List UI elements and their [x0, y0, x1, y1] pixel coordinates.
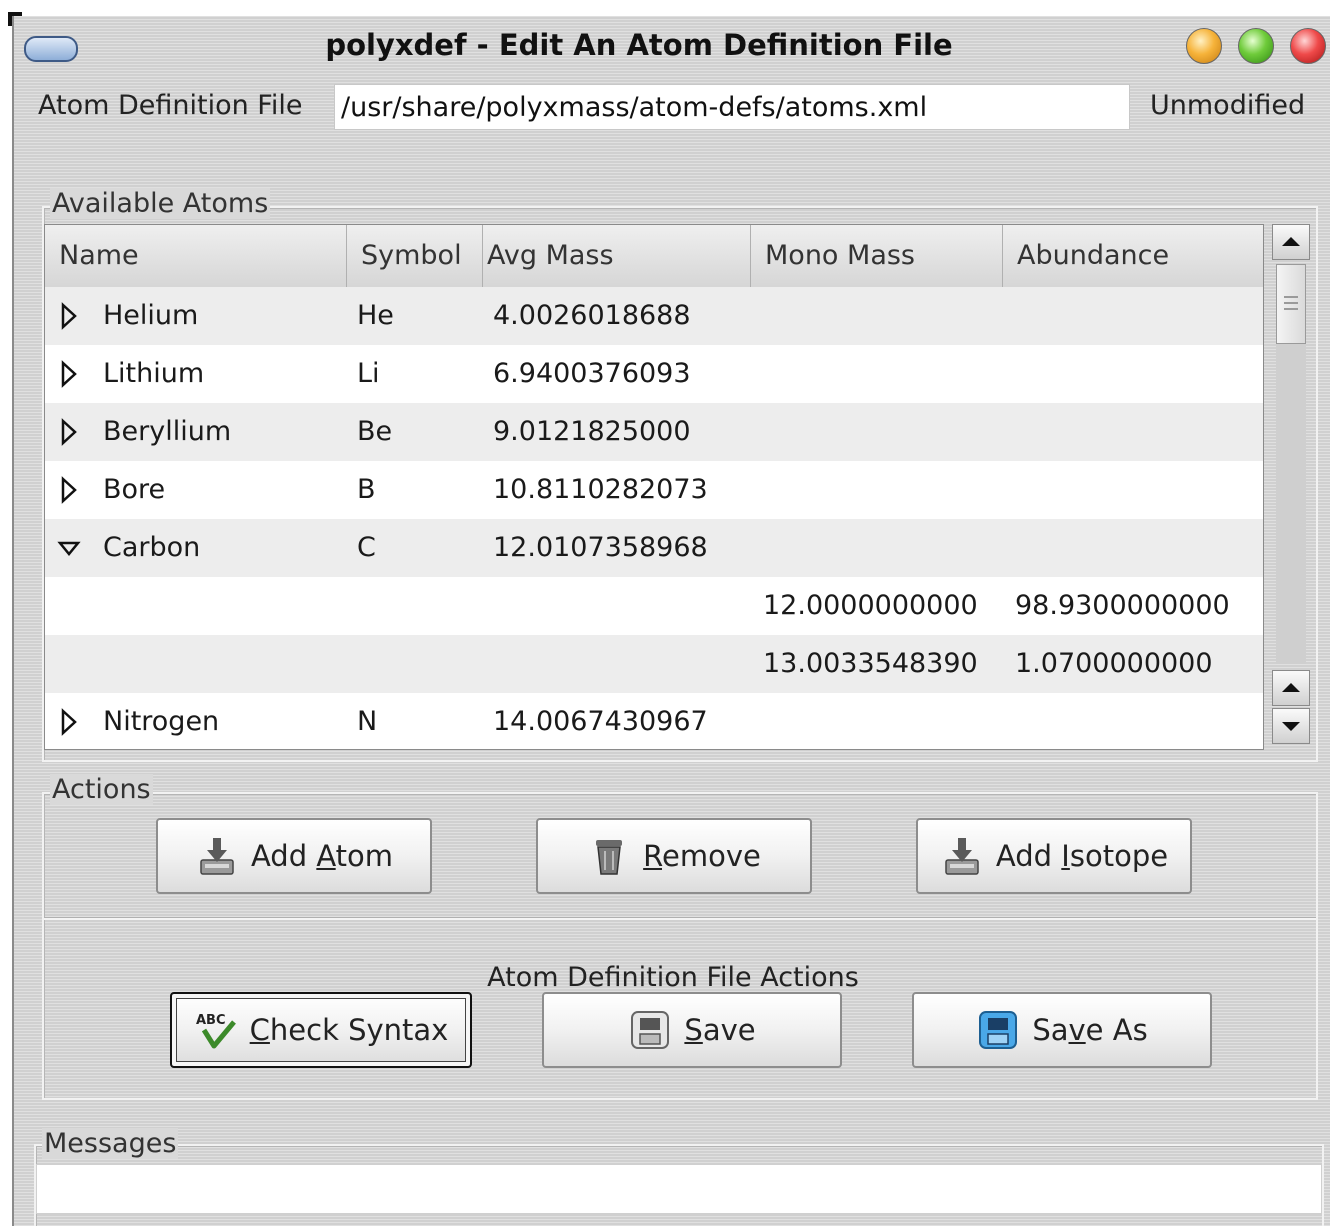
save-as-button[interactable]: Save As	[912, 992, 1212, 1068]
tray-download-icon	[200, 838, 234, 875]
minimize-icon[interactable]	[1186, 28, 1222, 64]
cell-mono-mass: 13.0033548390	[763, 648, 978, 679]
expander-collapsed-icon[interactable]	[57, 708, 81, 736]
expander-collapsed-icon[interactable]	[57, 476, 81, 504]
cell-mono-mass: 12.0000000000	[763, 590, 978, 621]
title-bar[interactable]: polyxdef - Edit An Atom Definition File	[14, 16, 1330, 74]
cell-abundance: 1.0700000000	[1015, 648, 1213, 679]
add-isotope-button[interactable]: Add Isotope	[916, 818, 1192, 894]
floppy-disk-icon	[631, 1011, 670, 1049]
table-row[interactable]: Carbon C 12.0107358968	[45, 519, 1263, 577]
available-atoms-title: Available Atoms	[50, 188, 271, 219]
column-header-abundance[interactable]: Abundance	[1003, 225, 1263, 287]
cell-avg-mass: 12.0107358968	[493, 532, 708, 563]
actions-separator	[44, 918, 1316, 920]
cell-name: Carbon	[103, 532, 201, 563]
table-row[interactable]: 12.0000000000 98.9300000000	[45, 577, 1263, 635]
table-row[interactable]: Lithium Li 6.9400376093	[45, 345, 1263, 403]
save-as-label: Save As	[1032, 1013, 1148, 1047]
trash-can-icon	[596, 840, 623, 875]
check-syntax-label: Check Syntax	[249, 1013, 449, 1047]
column-header-mono-mass[interactable]: Mono Mass	[751, 225, 1003, 287]
file-path-input[interactable]	[334, 84, 1130, 130]
window-title: polyxdef - Edit An Atom Definition File	[325, 28, 953, 62]
svg-text:ABC: ABC	[196, 1013, 226, 1028]
table-header: Name Symbol Avg Mass Mono Mass Abundance	[45, 225, 1263, 288]
floppy-disk-blue-icon	[979, 1011, 1018, 1049]
maximize-icon[interactable]	[1238, 28, 1274, 64]
cell-name: Bore	[103, 474, 166, 505]
column-header-avg-mass[interactable]: Avg Mass	[483, 225, 751, 287]
tray-download-icon	[945, 838, 979, 875]
atoms-table[interactable]: Name Symbol Avg Mass Mono Mass Abundance…	[44, 224, 1264, 750]
actions-title: Actions	[50, 774, 153, 805]
cell-symbol: He	[357, 300, 394, 331]
cell-avg-mass: 4.0026018688	[493, 300, 691, 331]
add-isotope-label: Add Isotope	[995, 839, 1169, 873]
column-header-symbol[interactable]: Symbol	[347, 225, 483, 287]
table-row[interactable]: Bore B 10.8110282073	[45, 461, 1263, 519]
cell-symbol: N	[357, 706, 378, 737]
cell-symbol: Be	[357, 416, 393, 447]
cell-name: Lithium	[103, 358, 205, 389]
table-row[interactable]: Beryllium Be 9.0121825000	[45, 403, 1263, 461]
save-button[interactable]: Save	[542, 992, 842, 1068]
remove-button[interactable]: Remove	[536, 818, 812, 894]
scroll-up-lower-icon[interactable]	[1272, 670, 1310, 706]
check-syntax-button[interactable]: ABC Check Syntax	[170, 992, 472, 1068]
expander-collapsed-icon[interactable]	[57, 418, 81, 446]
table-row[interactable]: 13.0033548390 1.0700000000	[45, 635, 1263, 693]
cell-name: Helium	[103, 300, 199, 331]
add-atom-button[interactable]: Add Atom	[156, 818, 432, 894]
cell-abundance: 98.9300000000	[1015, 590, 1230, 621]
file-status: Unmodified	[1150, 90, 1306, 121]
scroll-down-icon[interactable]	[1272, 708, 1310, 744]
cell-symbol: C	[357, 532, 376, 563]
cell-avg-mass: 6.9400376093	[493, 358, 691, 389]
scroll-thumb[interactable]	[1276, 264, 1306, 344]
cell-name: Beryllium	[103, 416, 232, 447]
table-scrollbar[interactable]	[1272, 224, 1312, 750]
save-label: Save	[684, 1013, 756, 1047]
spell-check-icon: ABC	[196, 1013, 236, 1049]
scroll-up-icon[interactable]	[1272, 224, 1310, 260]
expander-collapsed-icon[interactable]	[57, 302, 81, 330]
table-row[interactable]: Nitrogen N 14.0067430967	[45, 693, 1263, 749]
table-row[interactable]: Helium He 4.0026018688	[45, 287, 1263, 345]
cell-symbol: Li	[357, 358, 380, 389]
close-icon[interactable]	[1290, 28, 1326, 64]
file-actions-title: Atom Definition File Actions	[487, 962, 859, 993]
cell-name: Nitrogen	[103, 706, 220, 737]
cell-avg-mass: 10.8110282073	[493, 474, 708, 505]
remove-label: Remove	[643, 839, 761, 873]
cell-avg-mass: 9.0121825000	[493, 416, 691, 447]
app-window: polyxdef - Edit An Atom Definition File …	[12, 16, 1330, 1226]
cell-symbol: B	[357, 474, 376, 505]
add-atom-label: Add Atom	[250, 839, 394, 873]
expander-expanded-icon[interactable]	[57, 534, 81, 562]
expander-collapsed-icon[interactable]	[57, 360, 81, 388]
messages-output[interactable]	[36, 1164, 1322, 1214]
cell-avg-mass: 14.0067430967	[493, 706, 708, 737]
messages-title: Messages	[42, 1128, 179, 1159]
column-header-name[interactable]: Name	[45, 225, 347, 287]
file-label: Atom Definition File	[38, 90, 303, 121]
